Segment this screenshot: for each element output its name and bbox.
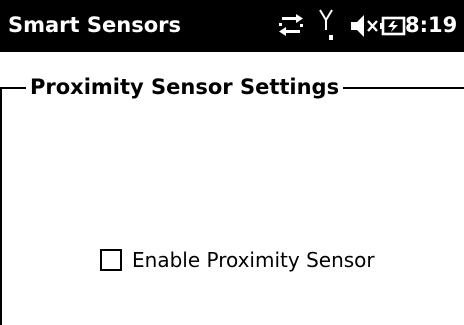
speaker-muted-icon[interactable]: [349, 11, 381, 41]
clock: 8:19: [405, 13, 458, 37]
signal-icon[interactable]: [317, 8, 337, 42]
checkbox-label[interactable]: Enable Proximity Sensor: [132, 247, 375, 273]
screen: Smart Sensors 8:19 Proximity Sensor Sett…: [0, 0, 464, 325]
app-title: Smart Sensors: [8, 13, 181, 37]
enable-proximity-sensor-checkbox[interactable]: Enable Proximity Sensor: [100, 247, 375, 273]
proximity-settings-group: Proximity Sensor Settings Enable Proximi…: [0, 52, 464, 325]
data-sync-icon[interactable]: [276, 11, 306, 41]
group-frame-left: [0, 87, 2, 325]
group-title: Proximity Sensor Settings: [26, 74, 344, 100]
status-bar: Smart Sensors 8:19: [0, 0, 464, 52]
checkbox-box[interactable]: [100, 249, 122, 271]
